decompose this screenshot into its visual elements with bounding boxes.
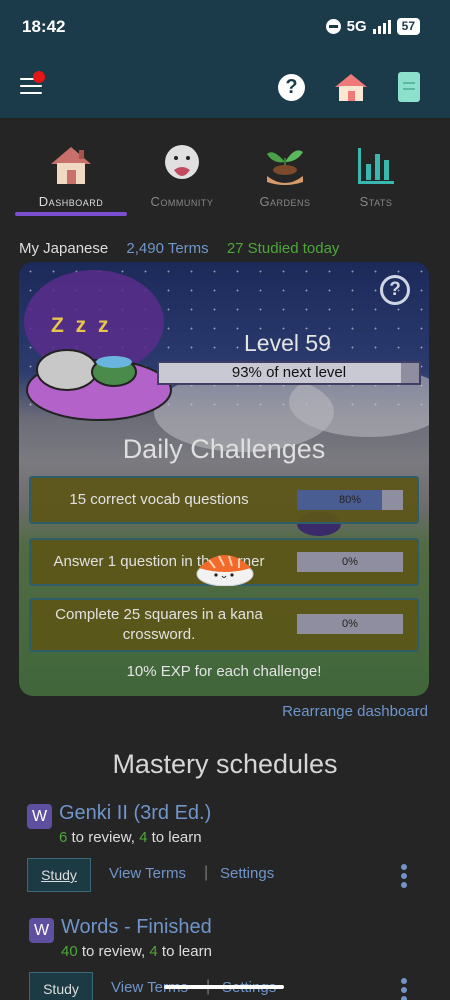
tab-label: Stats xyxy=(359,194,393,209)
deck-counts: 40 to review, 4 to learn xyxy=(61,943,212,960)
tab-dashboard[interactable]: Dashboard xyxy=(16,140,126,209)
status-icons: 5G 57 xyxy=(325,18,420,35)
review-label: to review, xyxy=(71,829,135,846)
challenge-percent: 0% xyxy=(342,618,358,630)
sleep-zzz: Z z z xyxy=(51,314,112,337)
learn-label: to learn xyxy=(151,829,202,846)
challenge-percent: 80% xyxy=(338,494,362,506)
terms-count[interactable]: 2,490 Terms xyxy=(126,240,208,257)
mastery-schedules-title: Mastery schedules xyxy=(112,749,338,779)
language-label: My Japanese xyxy=(19,240,109,257)
challenge-text: 15 correct vocab questions xyxy=(69,491,249,508)
network-label: 5G xyxy=(346,18,367,35)
active-tab-indicator xyxy=(15,212,127,216)
settings-link[interactable]: Settings xyxy=(220,865,274,882)
deck-name[interactable]: Words - Finished xyxy=(61,916,212,939)
tab-label: Community xyxy=(150,194,214,209)
view-terms-link[interactable]: View Terms xyxy=(109,865,186,882)
rearrange-dashboard-link[interactable]: Rearrange dashboard xyxy=(282,703,428,720)
level-card: Z z z ? Level 59 93% of next level Daily… xyxy=(19,262,429,696)
daily-challenges-title: Daily Challenges xyxy=(122,434,326,464)
review-count: 6 xyxy=(59,829,68,846)
status-time: 18:42 xyxy=(22,17,66,36)
ghost-heart-icon xyxy=(127,140,237,186)
exp-bonus-note: 10% EXP for each challenge! xyxy=(126,663,322,680)
deck-type-badge: W xyxy=(27,804,52,829)
level-progress-text: 93% of next level xyxy=(231,364,347,381)
learn-count: 4 xyxy=(149,943,158,960)
level-title: Level 59 xyxy=(244,330,331,356)
more-options-icon[interactable] xyxy=(401,864,407,891)
tab-community[interactable]: Community xyxy=(127,140,237,209)
main-tabs: Dashboard Community Gardens Stats xyxy=(0,140,450,220)
separator: | xyxy=(204,864,209,881)
learn-label: to learn xyxy=(161,943,212,960)
tab-stats[interactable]: Stats xyxy=(321,140,431,209)
question-circle-icon[interactable]: ? xyxy=(380,275,410,305)
study-button[interactable]: Study xyxy=(29,972,93,1000)
challenge-progress-bar: 0% xyxy=(297,552,403,572)
tab-label: Dashboard xyxy=(38,194,104,209)
challenge-text: Complete 25 squares in a kana crossword. xyxy=(55,606,263,643)
studied-today: 27 Studied today xyxy=(226,240,340,257)
notification-dot xyxy=(33,71,45,83)
deck-actions: Study View Terms | Settings xyxy=(27,858,427,892)
book-icon[interactable] xyxy=(398,72,420,102)
home-indicator[interactable] xyxy=(164,985,284,989)
challenge-percent: 0% xyxy=(342,556,358,568)
battery-icon: 57 xyxy=(396,18,420,35)
deck-type-badge: W xyxy=(29,918,54,943)
study-summary: My Japanese 2,490 Terms 27 Studied today xyxy=(19,240,339,257)
sushi-mascot-icon[interactable] xyxy=(195,548,255,587)
app-bar: ? xyxy=(0,56,450,118)
more-options-icon[interactable] xyxy=(401,978,407,1000)
do-not-disturb-icon xyxy=(325,19,341,34)
learn-count: 4 xyxy=(139,829,148,846)
deck-counts: 6 to review, 4 to learn xyxy=(59,829,202,846)
challenge-row[interactable]: Complete 25 squares in a kana crossword.… xyxy=(29,598,419,652)
review-label: to review, xyxy=(81,943,146,960)
signal-icon xyxy=(372,19,391,34)
challenge-progress-bar: 0% xyxy=(297,614,403,634)
challenge-row[interactable]: 15 correct vocab questions 80% xyxy=(29,476,419,524)
house-icon xyxy=(16,140,126,186)
level-progress-bar: 93% of next level xyxy=(157,361,421,385)
question-circle-icon[interactable]: ? xyxy=(278,74,305,101)
deck-name[interactable]: Genki II (3rd Ed.) xyxy=(59,802,211,825)
study-button[interactable]: Study xyxy=(27,858,91,892)
review-count: 40 xyxy=(61,943,78,960)
challenge-progress-bar: 80% xyxy=(297,490,403,510)
home-icon[interactable] xyxy=(333,72,369,102)
status-bar: 18:42 5G 57 xyxy=(0,0,450,56)
bar-chart-icon xyxy=(321,140,431,186)
